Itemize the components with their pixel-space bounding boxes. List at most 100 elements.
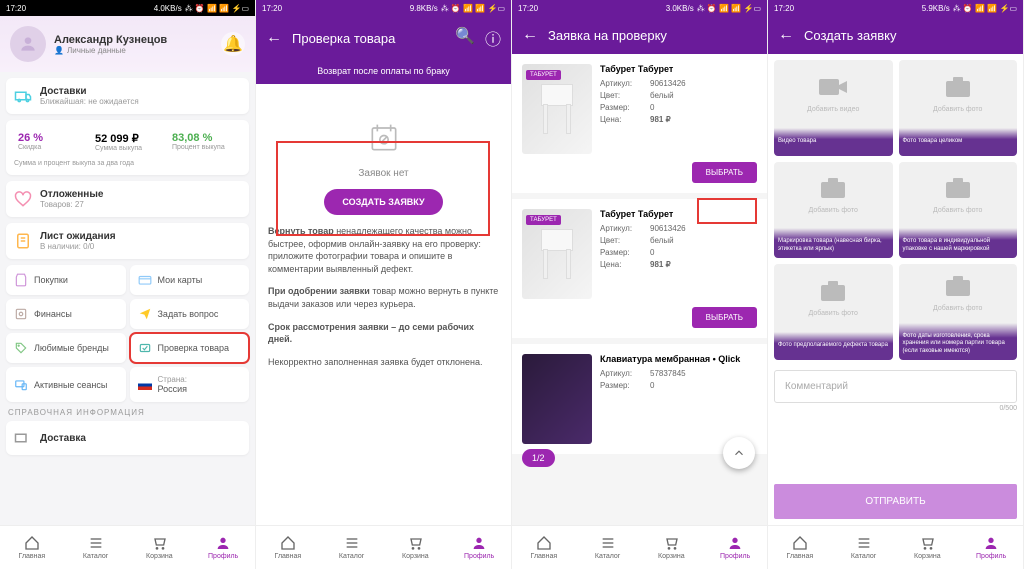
empty-text: Заявок нет (268, 168, 499, 179)
status-bar: 17:20 4.0KB/s⁂ ⏰ 📶 📶 ⚡▭ (0, 0, 255, 16)
upload-caption: Фото товара целиком (899, 128, 1018, 156)
info-icon[interactable]: ⓘ (485, 26, 501, 50)
search-icon[interactable]: 🔍 (455, 26, 475, 50)
upload-label: Добавить фото (933, 305, 982, 312)
back-icon[interactable]: ← (522, 26, 538, 44)
profile-name: Александр Кузнецов (54, 34, 167, 46)
deliveries-card[interactable]: ДоставкиБлижайшая: не ожидается (6, 78, 249, 114)
upload-caption: Маркировка товара (навесная бирка, этике… (774, 228, 893, 258)
page-title: Создать заявку (804, 28, 897, 43)
nav-profile[interactable]: Профиль (703, 526, 767, 569)
nav-home[interactable]: Главная (512, 526, 576, 569)
status-bar: 17:205.9KB/s⁂ ⏰ 📶 📶 ⚡▭ (768, 0, 1023, 16)
product-card: ТАБУРЕТ Табурет Табурет Артикул:90613426… (512, 199, 767, 338)
app-header: ← Заявка на проверку (512, 16, 767, 54)
ask-tile[interactable]: Задать вопрос (130, 299, 250, 329)
page-indicator: 1/2 (522, 449, 555, 467)
status-bar: 17:209.8KB/s⁂ ⏰ 📶 📶 ⚡▭ (256, 0, 511, 16)
screen-check-product: 17:209.8KB/s⁂ ⏰ 📶 📶 ⚡▭ ← Проверка товара… (256, 0, 512, 569)
comment-input[interactable]: Комментарий (774, 370, 1017, 403)
nav-cart[interactable]: Корзина (384, 526, 448, 569)
back-icon[interactable]: ← (266, 29, 282, 47)
page-title: Заявка на проверку (548, 28, 667, 43)
add-photo-tile[interactable]: Добавить фото Маркировка товара (навесна… (774, 162, 893, 258)
upload-label: Добавить фото (933, 106, 982, 113)
nav-catalog[interactable]: Каталог (320, 526, 384, 569)
product-image[interactable]: ТАБУРЕТ (522, 209, 592, 299)
camera-icon (944, 274, 972, 303)
create-request-button[interactable]: СОЗДАТЬ ЗАЯВКУ (324, 189, 442, 215)
finance-tile[interactable]: Финансы (6, 299, 126, 329)
nav-home[interactable]: Главная (0, 526, 64, 569)
status-bar: 17:203.0KB/s⁂ ⏰ 📶 📶 ⚡▭ (512, 0, 767, 16)
reference-header: СПРАВОЧНАЯ ИНФОРМАЦИЯ (6, 402, 249, 421)
camera-icon (819, 279, 847, 308)
video-icon (817, 75, 849, 104)
nav-catalog[interactable]: Каталог (576, 526, 640, 569)
stats-card: 26 %Скидка 52 099 ₽Сумма выкупа 83,08 %П… (6, 120, 249, 175)
app-header: ← Проверка товара 🔍 ⓘ (256, 16, 511, 60)
page-title: Проверка товара (292, 31, 395, 46)
country-tile[interactable]: Страна:Россия (130, 367, 250, 402)
product-image[interactable]: ТАБУРЕТ (522, 64, 592, 154)
tab-return-defect[interactable]: Возврат после оплаты по браку (256, 60, 511, 86)
scroll-top-button[interactable] (723, 437, 755, 469)
add-photo-tile[interactable]: Добавить фото Фото товара в индивидуальн… (899, 162, 1018, 258)
nav-cart[interactable]: Корзина (128, 526, 192, 569)
personal-data-link[interactable]: 👤Личные данные (54, 46, 167, 55)
bottom-nav: Главная Каталог Корзина Профиль (256, 525, 511, 569)
profile-header[interactable]: Александр Кузнецов 👤Личные данные 🔔 (0, 16, 255, 72)
product-card: Клавиатура мембранная • Qlick Артикул:57… (512, 344, 767, 454)
product-name: Клавиатура мембранная • Qlick (600, 354, 757, 364)
nav-cart[interactable]: Корзина (896, 526, 960, 569)
back-icon[interactable]: ← (778, 26, 794, 44)
app-header: ← Создать заявку (768, 16, 1023, 54)
camera-icon (819, 176, 847, 205)
product-name: Табурет Табурет (600, 64, 757, 74)
submit-button[interactable]: ОТПРАВИТЬ (774, 484, 1017, 519)
nav-catalog[interactable]: Каталог (832, 526, 896, 569)
product-badge: ТАБУРЕТ (526, 70, 561, 80)
nav-profile[interactable]: Профиль (959, 526, 1023, 569)
waitlist-card[interactable]: Лист ожиданияВ наличии: 0/0 (6, 223, 249, 259)
cards-tile[interactable]: Мои карты (130, 265, 250, 295)
nav-profile[interactable]: Профиль (191, 526, 255, 569)
select-button[interactable]: ВЫБРАТЬ (692, 307, 757, 328)
add-photo-tile[interactable]: Добавить фото Фото товара целиком (899, 60, 1018, 156)
deferred-card[interactable]: ОтложенныеТоваров: 27 (6, 181, 249, 217)
product-image[interactable] (522, 354, 592, 444)
avatar[interactable] (10, 26, 46, 62)
camera-icon (944, 75, 972, 104)
add-photo-tile[interactable]: Добавить фото Фото даты изготовления, ср… (899, 264, 1018, 360)
nav-home[interactable]: Главная (256, 526, 320, 569)
upload-caption: Фото товара в индивидуальной упаковке с … (899, 228, 1018, 258)
upload-caption: Фото предполагаемого дефекта товара (774, 332, 893, 360)
upload-label: Добавить фото (809, 310, 858, 317)
upload-label: Добавить фото (809, 207, 858, 214)
screen-create-request: 17:205.9KB/s⁂ ⏰ 📶 📶 ⚡▭ ← Создать заявку … (768, 0, 1024, 569)
bottom-nav: Главная Каталог Корзина Профиль (512, 525, 767, 569)
nav-home[interactable]: Главная (768, 526, 832, 569)
add-video-tile[interactable]: Добавить видео Видео товара (774, 60, 893, 156)
check-product-tile[interactable]: Проверка товара (130, 333, 250, 363)
flag-ru-icon (138, 380, 152, 390)
nav-profile[interactable]: Профиль (447, 526, 511, 569)
ref-delivery[interactable]: Доставка (6, 421, 249, 455)
upload-label: Добавить видео (807, 106, 859, 113)
bottom-nav: Главная Каталог Корзина Профиль (768, 525, 1023, 569)
camera-icon (944, 176, 972, 205)
char-count: 0/500 (774, 405, 1017, 412)
nav-cart[interactable]: Корзина (640, 526, 704, 569)
screen-request-select: 17:203.0KB/s⁂ ⏰ 📶 📶 ⚡▭ ← Заявка на прове… (512, 0, 768, 569)
nav-catalog[interactable]: Каталог (64, 526, 128, 569)
purchases-tile[interactable]: Покупки (6, 265, 126, 295)
sessions-tile[interactable]: Активные сеансы (6, 367, 126, 402)
select-button[interactable]: ВЫБРАТЬ (692, 162, 757, 183)
screen-profile: 17:20 4.0KB/s⁂ ⏰ 📶 📶 ⚡▭ Александр Кузнец… (0, 0, 256, 569)
empty-icon (364, 118, 404, 158)
notifications-icon[interactable]: 🔔 (221, 32, 245, 56)
brands-tile[interactable]: Любимые бренды (6, 333, 126, 363)
product-name: Табурет Табурет (600, 209, 757, 219)
product-card: ТАБУРЕТ Табурет Табурет Артикул:90613426… (512, 54, 767, 193)
add-photo-tile[interactable]: Добавить фото Фото предполагаемого дефек… (774, 264, 893, 360)
